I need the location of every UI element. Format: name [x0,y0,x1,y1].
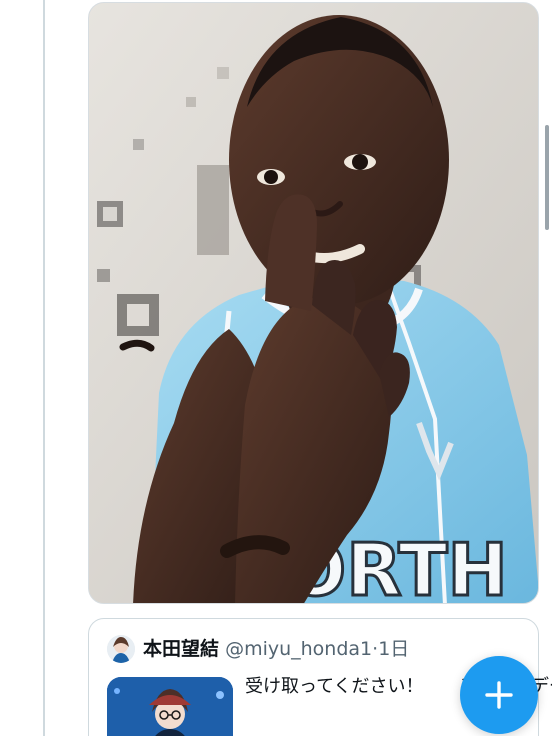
author-avatar[interactable] [107,635,135,663]
avatar-icon [107,635,135,663]
timestamp[interactable]: 1日 [378,638,409,660]
thread-line [43,0,45,736]
timeline-screen: ORTH 本田望結 @miyu_honda1·1日 受け取ってください！ [0,0,552,736]
tweet-media-photo[interactable]: ORTH [88,2,539,604]
plus-icon [485,681,513,709]
quoted-tweet-thumbnail[interactable] [107,677,233,736]
photo-illustration: ORTH [89,3,538,603]
compose-tweet-button[interactable] [460,656,538,734]
quoted-tweet-text: 受け取ってください！ [245,676,424,697]
scrollbar[interactable] [545,125,549,230]
author-name[interactable]: 本田望結 [143,638,219,660]
author-handle[interactable]: @miyu_honda1 [225,638,372,660]
quoted-tweet-header: 本田望結 @miyu_honda1·1日 [143,636,409,662]
thumbnail-image [107,677,233,736]
